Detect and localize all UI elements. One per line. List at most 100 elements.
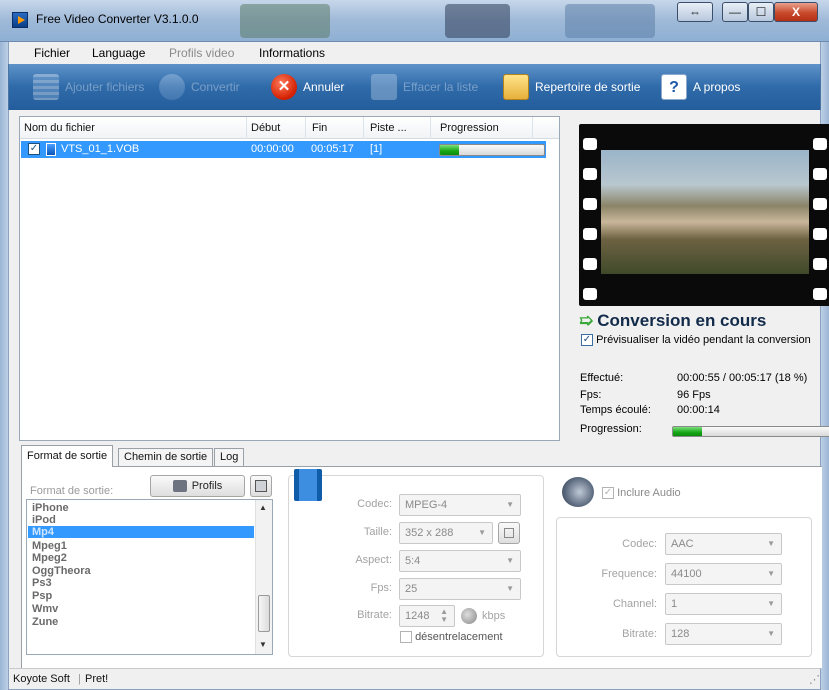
row-filename: VTS_01_1.VOB	[61, 143, 140, 155]
tab-format-de-sortie[interactable]: Format de sortie	[21, 445, 114, 467]
aero-glass-decoration	[445, 4, 510, 38]
profiles-button[interactable]: Profils	[150, 475, 245, 497]
resize-grip-icon[interactable]: ⋰	[809, 673, 820, 686]
maximize-button[interactable]: ☐	[748, 2, 774, 22]
close-button[interactable]: X	[774, 2, 818, 22]
menu-fichier[interactable]: Fichier	[34, 46, 70, 60]
file-list[interactable]: Nom du fichier Début Fin Piste ... Progr…	[19, 116, 560, 441]
list-item[interactable]: iPhone	[31, 502, 254, 514]
add-files-button[interactable]: Ajouter fichiers	[33, 72, 144, 102]
scroll-down-icon[interactable]: ▼	[259, 640, 267, 649]
output-dir-label: Repertoire de sortie	[535, 80, 641, 94]
clear-list-button[interactable]: Effacer la liste	[371, 72, 478, 102]
status-text: Pret!	[85, 673, 109, 685]
film-icon	[294, 469, 322, 501]
menu-informations[interactable]: Informations	[259, 46, 325, 60]
audio-codec-select[interactable]: AAC ▼	[665, 533, 782, 555]
menu-language[interactable]: Language	[92, 46, 145, 60]
floppy-disk-icon	[255, 480, 267, 492]
frequency-select[interactable]: 44100 ▼	[665, 563, 782, 585]
video-preview	[579, 124, 829, 306]
list-item[interactable]: Psp	[31, 590, 254, 602]
table-row[interactable]: ✓ VTS_01_1.VOB 00:00:00 00:05:17 [1]	[21, 141, 546, 158]
main-area: Nom du fichier Début Fin Piste ... Progr…	[8, 110, 829, 445]
tab-chemin-de-sortie[interactable]: Chemin de sortie	[118, 448, 214, 466]
row-track: [1]	[370, 143, 383, 155]
list-item[interactable]: Mpeg1	[31, 540, 254, 552]
about-button[interactable]: ? A propos	[661, 72, 740, 102]
audio-bitrate-label: Bitrate:	[622, 628, 657, 640]
deinterlace-label: désentrelacement	[415, 631, 503, 643]
toolbar: Ajouter fichiers Convertir ✕ Annuler Eff…	[8, 64, 821, 110]
row-end: 00:05:17	[311, 143, 354, 155]
output-dir-button[interactable]: Repertoire de sortie	[503, 72, 640, 102]
aspect-label: Aspect:	[355, 554, 392, 566]
conversion-status-title: ➯ Conversion en cours	[579, 311, 767, 330]
chevron-down-icon: ▼	[506, 584, 514, 593]
checkbox[interactable]: ✓	[602, 487, 614, 500]
channel-value: 1	[671, 598, 678, 610]
size-select[interactable]: 352 x 288 ▼	[399, 522, 493, 544]
stepper-icon[interactable]: ▲ ▼	[440, 608, 448, 624]
checkbox[interactable]	[400, 631, 412, 644]
convert-label: Convertir	[191, 80, 240, 94]
minimize-button[interactable]: —	[722, 2, 748, 22]
folder-icon	[503, 74, 529, 100]
include-audio-checkbox[interactable]: ✓ Inclure Audio	[602, 487, 681, 500]
list-item[interactable]: Mpeg2	[31, 552, 254, 564]
help-icon: ?	[661, 74, 687, 100]
column-start[interactable]: Début	[251, 122, 280, 134]
column-filename[interactable]: Nom du fichier	[24, 122, 95, 134]
deinterlace-checkbox[interactable]: désentrelacement	[400, 631, 503, 644]
cancel-button[interactable]: ✕ Annuler	[271, 72, 344, 102]
chevron-down-icon: ▼	[767, 629, 775, 638]
format-list[interactable]: iPhone iPod Mp4 Mpeg1 Mpeg2 OggTheora Ps…	[26, 499, 273, 655]
convert-icon	[159, 74, 185, 100]
menu-profils-video[interactable]: Profils video	[169, 46, 234, 60]
column-end[interactable]: Fin	[312, 122, 327, 134]
video-codec-select[interactable]: MPEG-4 ▼	[399, 494, 521, 516]
format-list-scrollbar[interactable]: ▲ ▼	[255, 500, 272, 654]
resize-button[interactable]: ⇔	[677, 2, 713, 22]
convert-button[interactable]: Convertir	[159, 72, 240, 102]
window-frame-left	[0, 42, 8, 690]
scroll-up-icon[interactable]: ▲	[259, 503, 267, 512]
aspect-select[interactable]: 5:4 ▼	[399, 550, 521, 572]
save-button[interactable]	[250, 475, 272, 497]
row-checkbox[interactable]: ✓	[28, 143, 40, 155]
settings-panel: Format de sortie Chemin de sortie Log Fo…	[8, 445, 822, 668]
audio-bitrate-select[interactable]: 128 ▼	[665, 623, 782, 645]
arrow-right-icon: ➯	[579, 311, 594, 330]
aero-glass-decoration	[565, 4, 655, 38]
video-file-icon	[46, 143, 56, 156]
checkbox[interactable]: ✓	[581, 334, 593, 347]
conversion-progress-bar	[672, 426, 829, 437]
clear-list-label: Effacer la liste	[403, 80, 479, 94]
audio-codec-value: AAC	[671, 538, 694, 550]
channel-select[interactable]: 1 ▼	[665, 593, 782, 615]
video-fps-select[interactable]: 25 ▼	[399, 578, 521, 600]
column-track[interactable]: Piste ...	[370, 122, 407, 134]
about-label: A propos	[693, 80, 741, 94]
tab-log[interactable]: Log	[214, 448, 245, 466]
elapsed-label: Temps écoulé:	[580, 404, 651, 416]
chevron-down-icon: ▼	[767, 539, 775, 548]
preview-checkbox-label: Prévisualiser la vidéo pendant la conver…	[596, 334, 811, 346]
list-item[interactable]: Wmv	[31, 603, 254, 615]
list-item[interactable]: iPod	[31, 514, 254, 526]
preview-checkbox[interactable]: ✓ Prévisualiser la vidéo pendant la conv…	[581, 334, 811, 347]
row-start: 00:00:00	[251, 143, 294, 155]
format-tab-panel: Format de sortie: Profils iPhone iPod Mp…	[21, 466, 822, 668]
scroll-thumb[interactable]	[258, 595, 270, 632]
list-item[interactable]: Zune	[31, 616, 254, 628]
list-item-selected[interactable]: Mp4	[28, 526, 254, 538]
edit-size-button[interactable]	[498, 522, 520, 544]
progress-label: Progression:	[580, 423, 642, 435]
video-bitrate-input[interactable]: 1248 ▲ ▼	[399, 605, 455, 627]
column-progress[interactable]: Progression	[440, 122, 499, 134]
list-item[interactable]: OggTheora	[31, 565, 254, 577]
film-add-icon	[33, 74, 59, 100]
document-icon	[371, 74, 397, 100]
list-item[interactable]: Ps3	[31, 577, 254, 589]
app-icon	[12, 12, 28, 28]
